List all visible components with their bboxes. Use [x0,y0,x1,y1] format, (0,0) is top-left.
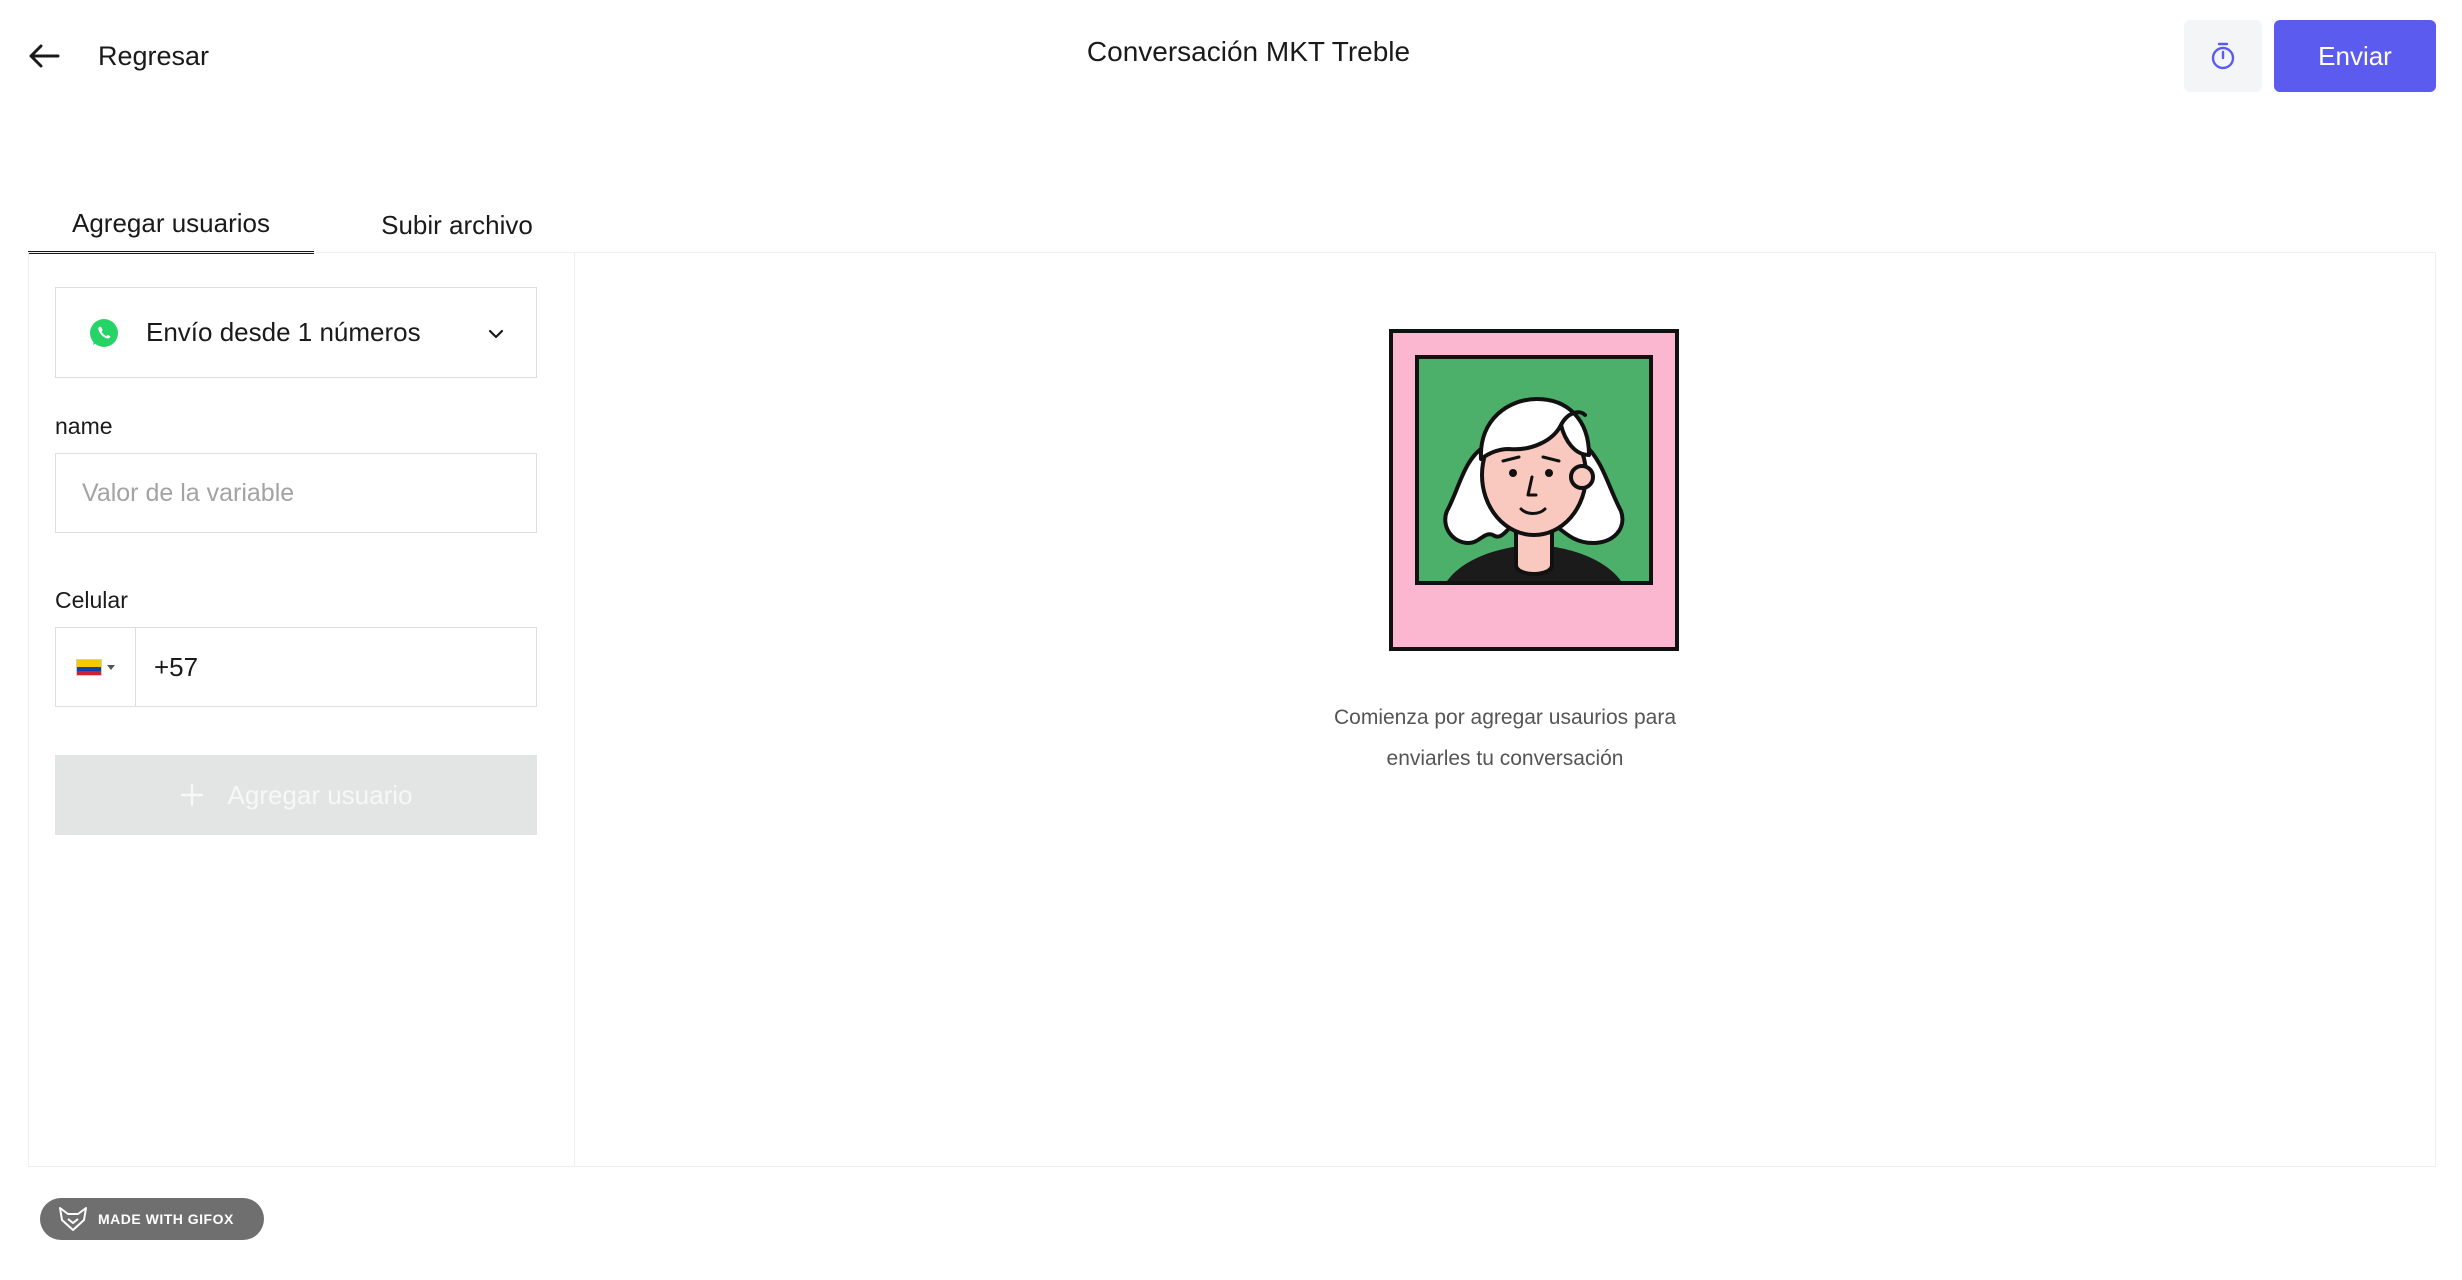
caret-down-icon [107,664,115,670]
user-portrait-illustration [1389,329,1679,651]
phone-field [55,627,537,707]
page-title: Conversación MKT Treble [1086,36,1411,67]
tab-add-users[interactable]: Agregar usuarios [28,196,314,254]
tab-bar: Agregar usuarios Subir archivo [28,196,600,254]
name-variable-input[interactable] [55,453,537,533]
empty-state-line-2: enviarles tu conversación [1386,747,1624,770]
sender-label: Envío desde 1 números [146,317,421,347]
tab-upload-file[interactable]: Subir archivo [314,196,600,254]
phone-field-label: Celular [55,587,128,613]
empty-state-line-1: Comienza por agregar usaurios para [1333,706,1677,729]
colombia-flag-icon [76,658,102,676]
schedule-button[interactable] [2184,20,2262,92]
name-field-label: name [55,413,113,439]
chevron-down-icon [488,329,504,339]
watermark-label: MADE WITH GIFOX [98,1211,234,1227]
add-user-label: Agregar usuario [227,779,413,810]
main-panel: Envío desde 1 números name Celular Agreg… [28,252,2436,1167]
stopwatch-icon [2211,42,2235,70]
add-user-form: Envío desde 1 números name Celular Agreg… [29,253,575,1166]
send-button[interactable]: Enviar [2274,20,2436,92]
whatsapp-icon [90,318,118,347]
plus-icon [180,783,203,807]
fox-logo-icon [59,1207,87,1231]
country-code-picker[interactable] [56,628,136,706]
header-bar: Regresar Conversación MKT Treble Enviar [0,0,2462,112]
add-user-button[interactable]: Agregar usuario [55,755,537,835]
gifox-watermark: MADE WITH GIFOX [40,1198,264,1240]
phone-input[interactable] [136,628,536,706]
sender-number-select[interactable]: Envío desde 1 números [55,287,537,378]
empty-state: Comienza por agregar usaurios para envia… [575,253,2435,1166]
empty-state-message: Comienza por agregar usaurios para envia… [575,697,2435,779]
